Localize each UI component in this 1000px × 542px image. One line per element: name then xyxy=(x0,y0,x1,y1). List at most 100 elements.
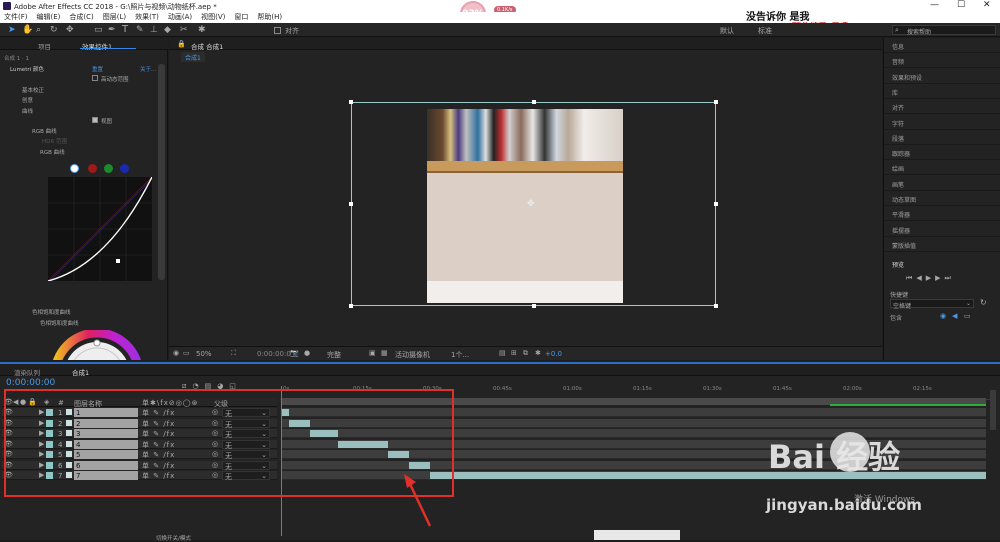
right-panel-item[interactable]: 效果和预设 xyxy=(892,73,922,82)
hue-sat-wheel[interactable] xyxy=(52,330,142,360)
prev-frame-icon[interactable]: ◀ xyxy=(916,274,925,282)
snapshot-icon[interactable]: 📷 xyxy=(290,349,299,357)
handle-tr[interactable] xyxy=(714,100,718,104)
handle-bm[interactable] xyxy=(532,304,536,308)
channel-white-button[interactable] xyxy=(70,164,79,173)
rgb-curve-graph[interactable] xyxy=(48,177,152,281)
rotate-tool-icon[interactable]: ↻ xyxy=(50,25,58,35)
handle-tm[interactable] xyxy=(532,100,536,104)
right-panel-item[interactable]: 绘画 xyxy=(892,164,904,173)
selection-tool-icon[interactable]: ➤ xyxy=(8,25,16,35)
monitor-icon[interactable]: ▭ xyxy=(183,349,190,357)
menu-item[interactable]: 编辑(E) xyxy=(37,12,61,23)
preview-checkbox[interactable] xyxy=(92,117,98,123)
menu-item[interactable]: 视图(V) xyxy=(201,12,225,23)
always-preview-icon[interactable]: ◉ xyxy=(173,349,179,357)
right-panel-item[interactable]: 音频 xyxy=(892,57,904,66)
zoom-tool-icon[interactable]: ⌕ xyxy=(36,25,41,35)
panel-scrollbar[interactable] xyxy=(158,64,165,280)
hand-tool-icon[interactable]: ✋ xyxy=(22,25,33,35)
channel-red-button[interactable] xyxy=(88,164,97,173)
right-panel-item[interactable]: 跟踪器 xyxy=(892,149,910,158)
reset-link[interactable]: 重置 xyxy=(92,65,103,73)
show-channel-icon[interactable]: ● xyxy=(304,349,310,357)
right-panel-item[interactable]: 对齐 xyxy=(892,103,904,112)
tab-comp1[interactable]: 合成1 xyxy=(72,367,89,377)
grid-icon[interactable]: ⊞ xyxy=(511,349,517,357)
last-frame-icon[interactable]: ⏭ xyxy=(944,274,954,282)
workspace-default[interactable]: 默认 xyxy=(720,26,734,36)
about-link[interactable]: 关于... xyxy=(140,65,156,73)
handle-br[interactable] xyxy=(714,304,718,308)
tree-hue-sat-sub[interactable]: 色相饱和度曲线 xyxy=(40,319,79,327)
tab-effect-controls[interactable]: 效果控件1 xyxy=(82,41,112,51)
fast-preview-icon[interactable]: ▤ xyxy=(499,349,506,357)
tab-composition[interactable]: 合成 合成1 xyxy=(191,41,223,51)
menu-item[interactable]: 效果(T) xyxy=(135,12,159,23)
tree-rgb-curves[interactable]: RGB 曲线 xyxy=(32,127,57,135)
camera-tool-icon[interactable]: ✥ xyxy=(66,25,74,35)
shortcut-dropdown[interactable]: 空格键 ⌄ xyxy=(890,299,974,310)
resolution-icon[interactable]: ⛶ xyxy=(231,349,236,358)
puppet-tool-icon[interactable]: ✱ xyxy=(198,25,206,35)
minimize-button[interactable]: — xyxy=(930,0,939,10)
workspace-standard[interactable]: 标准 xyxy=(758,26,772,36)
align-checkbox[interactable] xyxy=(274,27,281,34)
toggle-switches-label[interactable]: 切换开关/模式 xyxy=(156,534,191,542)
exposure-value[interactable]: +0.0 xyxy=(545,350,562,358)
hdr-checkbox[interactable] xyxy=(92,75,98,81)
tab-render-queue[interactable]: 渲染队列 xyxy=(14,367,40,377)
camera-dropdown[interactable]: 活动摄像机 xyxy=(395,350,430,360)
handle-ml[interactable] xyxy=(349,202,353,206)
menu-item[interactable]: 合成(C) xyxy=(69,12,93,23)
menu-item[interactable]: 文件(F) xyxy=(4,12,28,23)
timeline-current-time[interactable]: 0:00:00:00 xyxy=(6,378,55,388)
effect-name[interactable]: Lumetri 颜色 xyxy=(10,65,44,73)
reset-icon[interactable]: ↻ xyxy=(980,298,987,307)
menu-item[interactable]: 图层(L) xyxy=(103,12,126,23)
rect-tool-icon[interactable]: ▭ xyxy=(94,25,103,35)
include-audio-icon[interactable]: ◀ xyxy=(952,312,957,320)
region-icon[interactable]: ▣ xyxy=(369,349,376,357)
text-tool-icon[interactable]: T xyxy=(122,24,128,35)
menu-item[interactable]: 帮助(H) xyxy=(257,12,282,23)
tab-project[interactable]: 项目 xyxy=(38,41,51,51)
tree-curves[interactable]: 曲线 xyxy=(22,107,33,115)
stamp-tool-icon[interactable]: ⊥ xyxy=(150,25,158,35)
tree-creative[interactable]: 创意 xyxy=(22,96,33,104)
comp-lock-icon[interactable]: 🔒 xyxy=(177,40,186,48)
tree-hue-sat[interactable]: 色相饱和度曲线 xyxy=(32,308,71,316)
right-panel-item[interactable]: 蒙版插值 xyxy=(892,241,916,250)
anchor-point-icon[interactable]: ✥ xyxy=(527,199,535,209)
pen-tool-icon[interactable]: ✒ xyxy=(108,25,116,35)
menu-item[interactable]: 动画(A) xyxy=(168,12,192,23)
footage-image[interactable]: ✥ xyxy=(427,109,623,303)
transparency-icon[interactable]: ▦ xyxy=(381,349,388,357)
layer-clip[interactable] xyxy=(429,472,986,479)
menu-item[interactable]: 窗口 xyxy=(234,12,248,23)
right-scrollbar[interactable] xyxy=(990,390,996,430)
maximize-button[interactable]: ☐ xyxy=(957,0,965,10)
channel-green-button[interactable] xyxy=(104,164,113,173)
tree-basic[interactable]: 基本校正 xyxy=(22,86,44,94)
right-panel-item[interactable]: 动态草图 xyxy=(892,195,916,204)
play-icon[interactable]: ▶ xyxy=(926,274,935,282)
timeline-icon[interactable]: ⧉ xyxy=(523,349,528,358)
right-panel-item[interactable]: 段落 xyxy=(892,134,904,143)
zoom-dropdown[interactable]: 50% xyxy=(196,350,212,358)
handle-tl[interactable] xyxy=(349,100,353,104)
brush-tool-icon[interactable]: ✎ xyxy=(136,25,144,35)
right-panel-item[interactable]: 平滑器 xyxy=(892,210,910,219)
include-video-icon[interactable]: ◉ xyxy=(940,312,946,320)
eraser-tool-icon[interactable]: ◆ xyxy=(164,25,171,35)
handle-mr[interactable] xyxy=(714,202,718,206)
right-panel-item[interactable]: 画笔 xyxy=(892,180,904,189)
right-panel-item[interactable]: 字符 xyxy=(892,119,904,128)
first-frame-icon[interactable]: ⏮ xyxy=(906,274,916,282)
right-panel-item[interactable]: 摇摆器 xyxy=(892,226,910,235)
quality-dropdown[interactable]: 完整 xyxy=(327,350,341,360)
tree-rgb-sub[interactable]: RGB 曲线 xyxy=(40,148,65,156)
close-button[interactable]: ✕ xyxy=(983,0,991,10)
handle-bl[interactable] xyxy=(349,304,353,308)
search-box[interactable]: ⌕ 搜索帮助 xyxy=(892,25,996,36)
